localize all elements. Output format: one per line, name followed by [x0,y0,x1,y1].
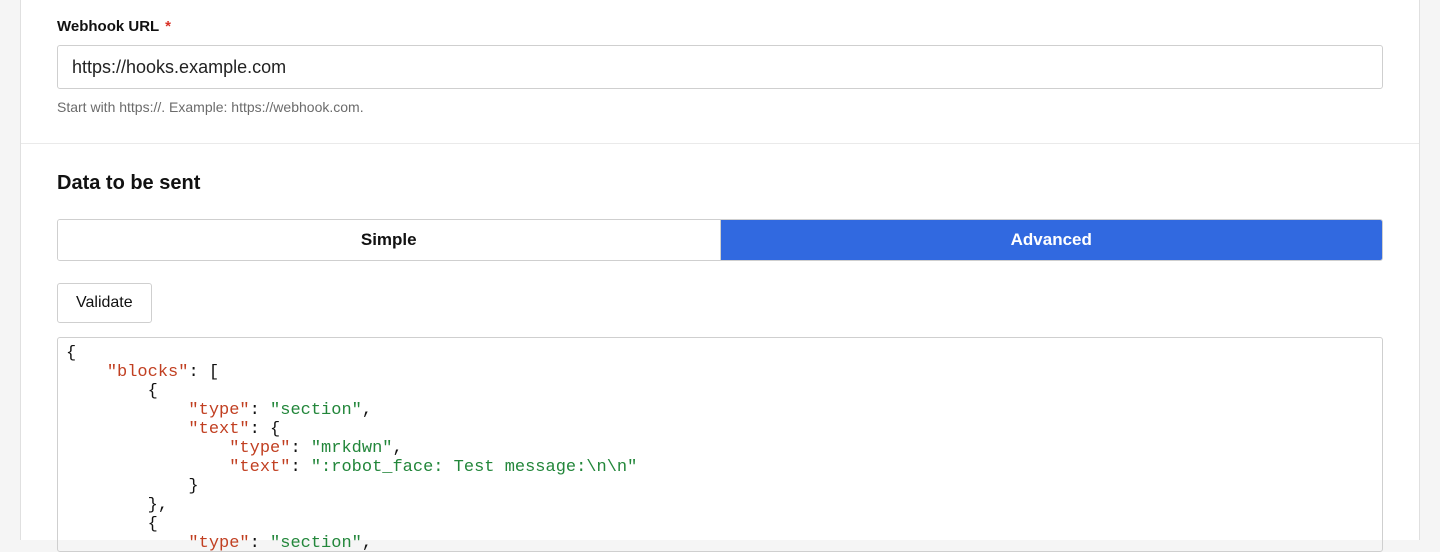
json-key: "text" [188,420,249,439]
json-string: "mrkdwn" [311,439,393,458]
json-punct: { [66,344,76,363]
json-editor[interactable]: { "blocks": [ { "type": "section", "text… [57,337,1383,552]
form-page: Webhook URL * Start with https://. Examp… [20,0,1420,540]
json-punct: : [250,534,270,552]
required-marker: * [165,18,171,35]
json-punct: }, [66,496,168,515]
webhook-url-label: Webhook URL * [57,18,1383,35]
json-string: ":robot_face: Test message:\n\n" [311,458,637,477]
json-punct: : [290,458,310,477]
json-punct [66,401,188,420]
json-string: "section" [270,534,362,552]
json-punct: } [66,477,199,496]
json-key: "type" [188,401,249,420]
json-punct [66,534,188,552]
webhook-url-section: Webhook URL * Start with https://. Examp… [21,0,1419,143]
webhook-url-label-text: Webhook URL [57,18,159,35]
tab-advanced[interactable]: Advanced [720,220,1383,260]
webhook-url-helper: Start with https://. Example: https://we… [57,99,1383,115]
json-punct: : [ [188,363,219,382]
json-punct: , [362,401,372,420]
json-key: "type" [188,534,249,552]
json-punct: { [66,515,158,534]
tab-simple[interactable]: Simple [58,220,720,260]
json-punct: : [250,401,270,420]
json-punct: , [362,534,372,552]
mode-segmented-control: Simple Advanced [57,219,1383,261]
json-key: "text" [229,458,290,477]
validate-button[interactable]: Validate [57,283,152,323]
json-key: "blocks" [107,363,189,382]
json-punct: : [290,439,310,458]
webhook-url-input[interactable] [57,45,1383,89]
json-punct [66,458,229,477]
data-section: Data to be sent Simple Advanced Validate… [21,144,1419,552]
json-punct [66,420,188,439]
data-section-heading: Data to be sent [57,172,1383,195]
json-punct: : { [250,420,281,439]
json-punct [66,439,229,458]
json-string: "section" [270,401,362,420]
json-punct: , [392,439,402,458]
json-punct: { [66,382,158,401]
json-key: "type" [229,439,290,458]
json-punct [66,363,107,382]
